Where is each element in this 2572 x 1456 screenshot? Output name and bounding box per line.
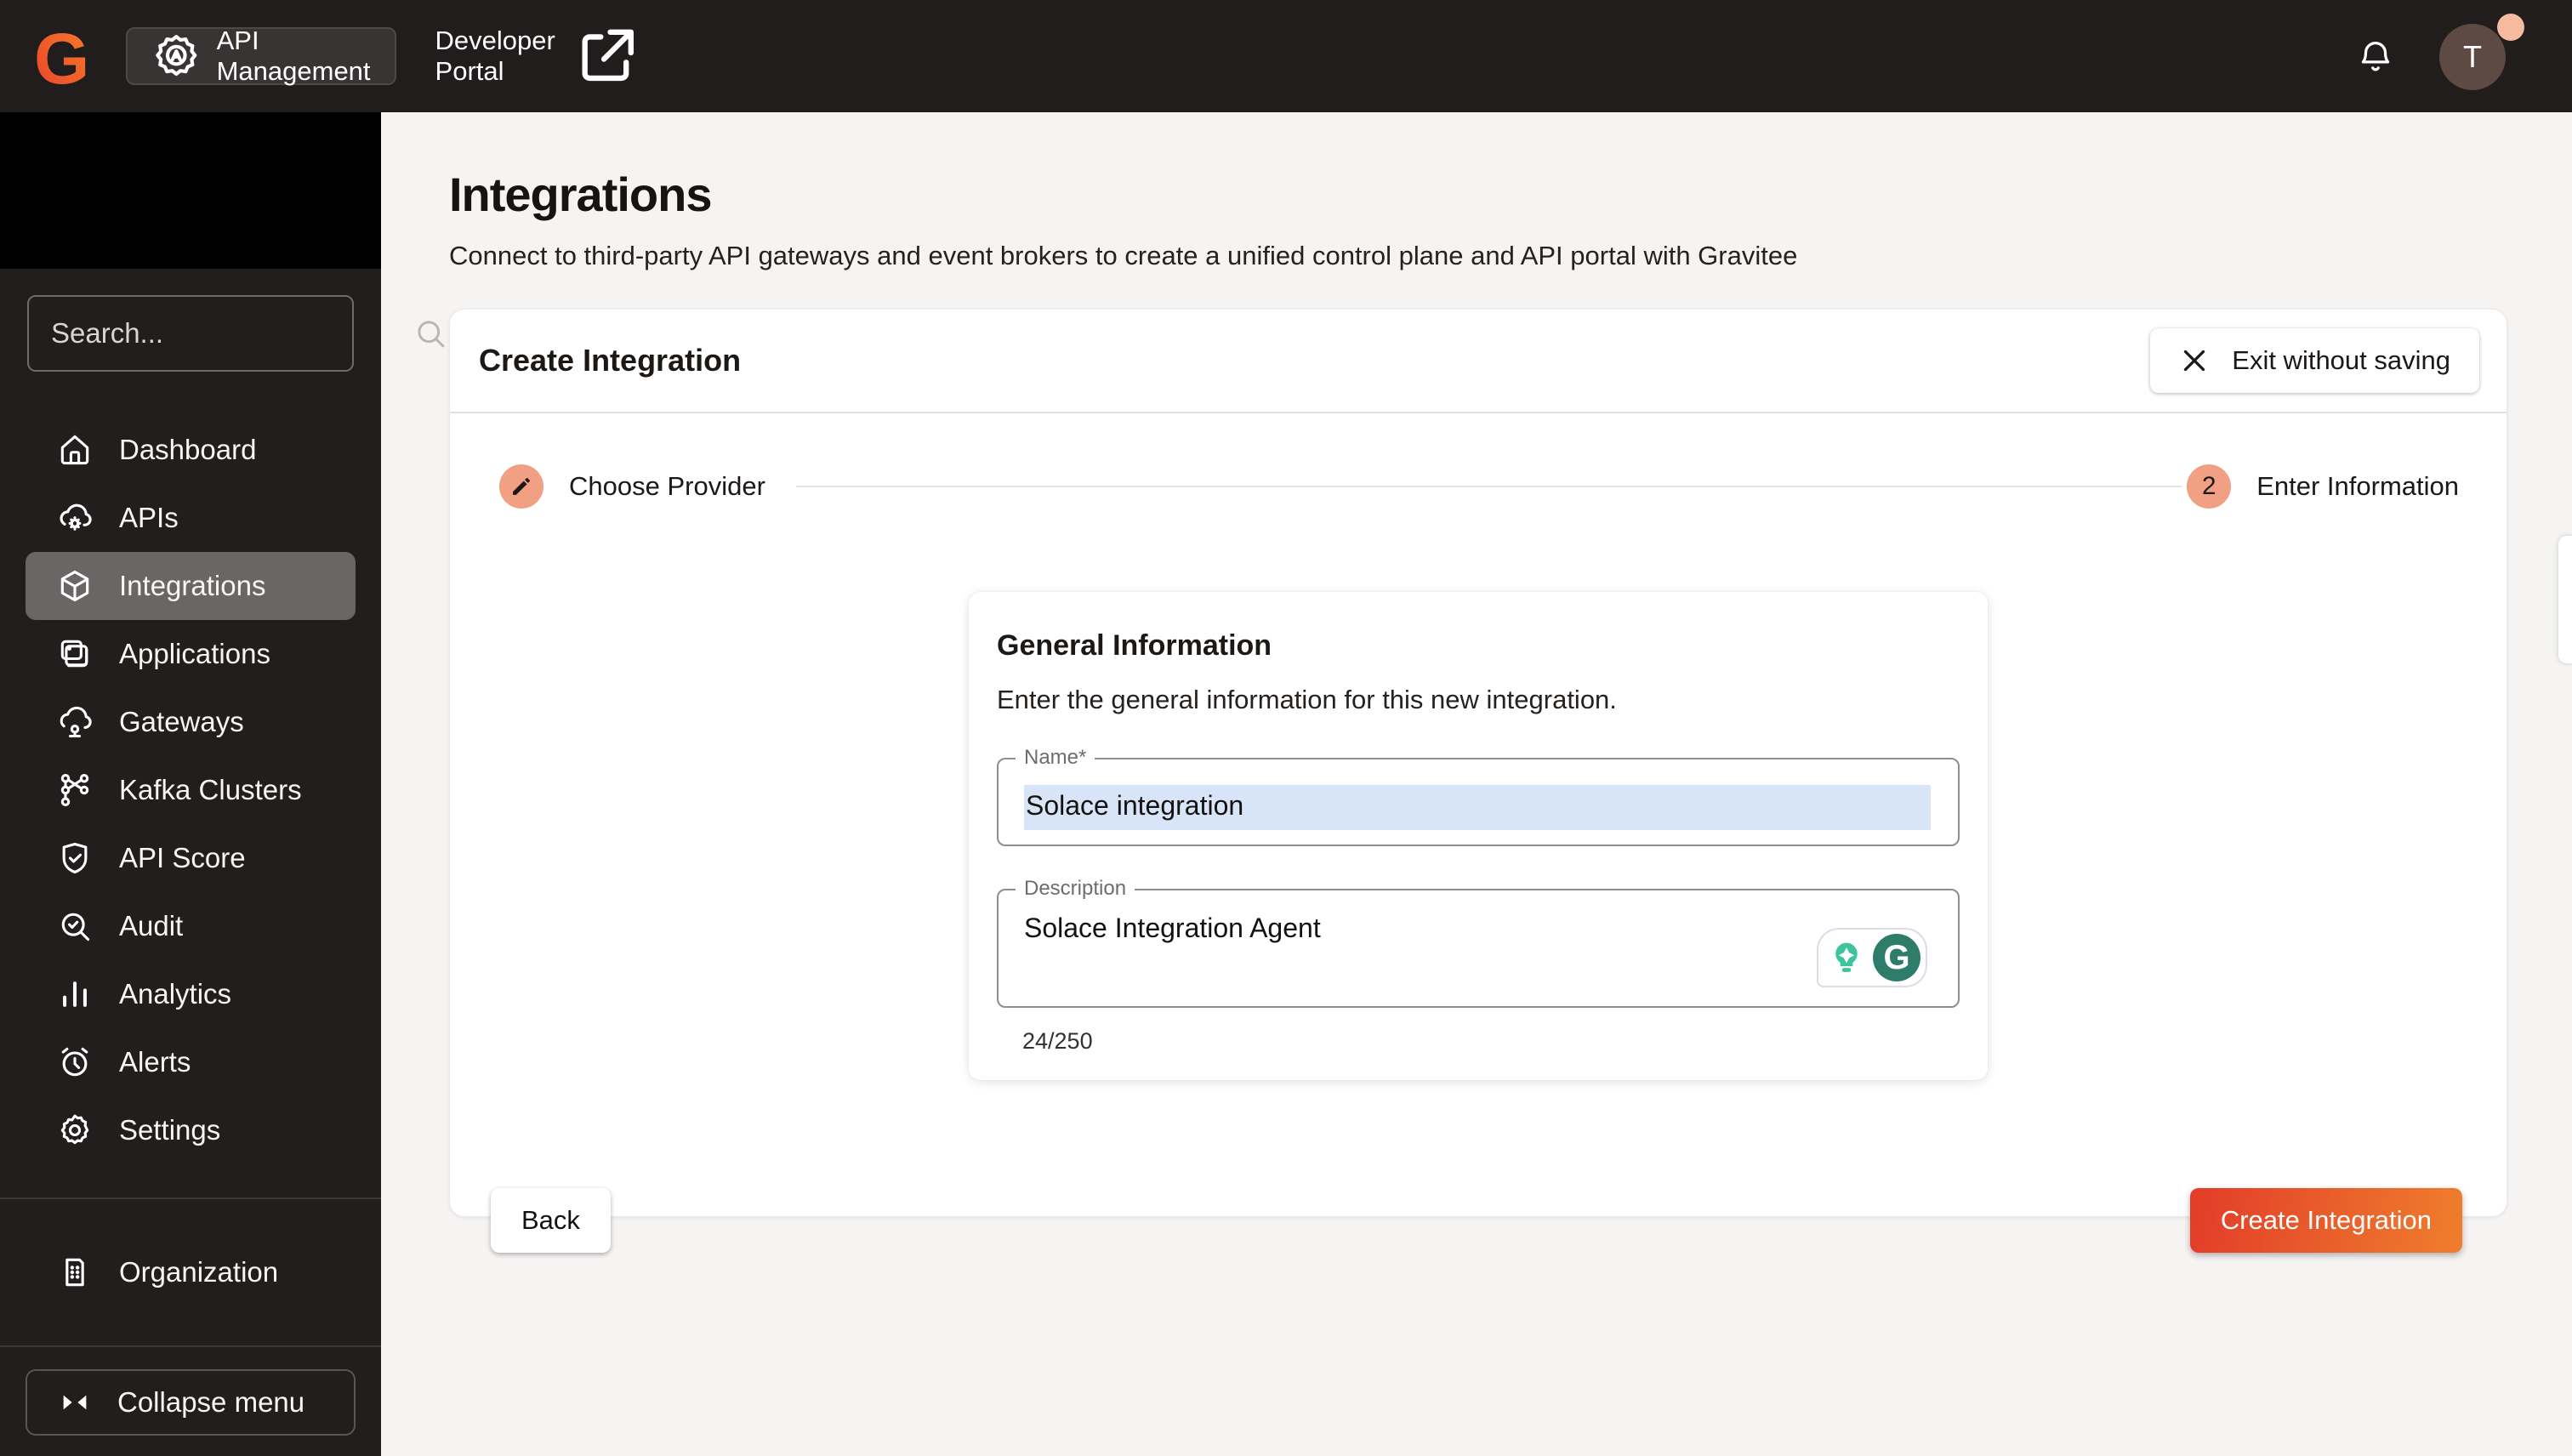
sidebar-item-organization[interactable]: Organization <box>26 1238 356 1306</box>
apps-icon <box>60 640 88 668</box>
name-field-label: Name* <box>1016 746 1095 770</box>
stepper-connector-line <box>795 486 2182 487</box>
wizard-stepper: Choose Provider 2 Enter Information <box>450 413 2507 509</box>
topbar: G API Management Developer Portal T <box>0 0 2572 112</box>
char-counter: 24/250 <box>1022 1028 1093 1054</box>
name-field[interactable]: Name* Solace integration <box>997 746 1960 846</box>
sidebar-item-label: APIs <box>119 502 179 533</box>
grammarly-widget[interactable]: G <box>1817 928 1927 987</box>
gear-badge-icon <box>156 34 197 76</box>
sidebar-item-label: Applications <box>119 638 270 669</box>
sidebar-item-label: Alerts <box>119 1046 191 1078</box>
sidebar-item-apis[interactable]: APIs <box>26 484 356 552</box>
collapse-menu-button[interactable]: Collapse menu <box>26 1369 356 1436</box>
main-content: Integrations Connect to third-party API … <box>381 112 2572 1456</box>
sidebar-item-label: Integrations <box>119 570 266 601</box>
app-switcher-label: API Management <box>216 26 371 86</box>
sidebar-item-label: API Score <box>119 842 246 873</box>
sidebar-item-applications[interactable]: Applications <box>26 620 356 688</box>
sidebar-item-label: Audit <box>119 910 184 941</box>
sidebar: Dashboard APIs Integrations Applicatio <box>0 112 445 1456</box>
exit-button-label: Exit without saving <box>2232 345 2450 375</box>
developer-portal-link[interactable]: Developer Portal <box>435 18 646 94</box>
organization-section: Organization <box>0 1197 381 1345</box>
step-2-label[interactable]: Enter Information <box>2256 471 2459 502</box>
sidebar-item-label: Organization <box>119 1256 279 1288</box>
avatar-status-badge <box>2497 14 2524 41</box>
sidebar-item-label: Kafka Clusters <box>119 774 302 805</box>
create-integration-card: Create Integration Exit without saving C… <box>449 309 2507 1253</box>
avatar[interactable]: T <box>2439 24 2506 90</box>
step-2-indicator[interactable]: 2 <box>2187 464 2232 509</box>
sidebar-search[interactable] <box>27 295 445 372</box>
org-card-icon <box>65 1258 84 1287</box>
form-heading: General Information <box>997 629 1272 662</box>
close-icon <box>2184 350 2205 372</box>
collapse-section: Collapse menu <box>0 1345 381 1456</box>
app-switcher-button[interactable]: API Management <box>126 26 396 86</box>
step-1-indicator[interactable] <box>499 464 543 509</box>
wizard-footer: Back Create Integration <box>450 1188 2507 1253</box>
sidebar-logo-placeholder <box>0 112 381 269</box>
gear-icon <box>60 1114 89 1145</box>
card-header: Create Integration Exit without saving <box>450 310 2507 412</box>
external-link-icon <box>582 29 634 82</box>
sidebar-item-label: Dashboard <box>119 434 257 465</box>
sidebar-item-gateways[interactable]: Gateways <box>26 688 356 756</box>
grammarly-g-icon[interactable]: G <box>1873 934 1920 981</box>
general-information-panel: General Information Enter the general in… <box>969 592 1988 1080</box>
sidebar-item-settings[interactable]: Settings <box>26 1096 356 1164</box>
shield-check-icon <box>62 842 88 874</box>
pencil-icon <box>513 478 530 495</box>
exit-without-saving-button[interactable]: Exit without saving <box>2150 328 2479 393</box>
collapse-arrows-icon <box>63 1395 87 1410</box>
lightbulb-suggestion-icon[interactable] <box>1824 935 1869 981</box>
network-nodes-icon <box>60 774 89 806</box>
collapse-menu-label: Collapse menu <box>117 1386 305 1418</box>
search-check-icon <box>61 913 90 941</box>
card-title: Create Integration <box>479 343 742 378</box>
sidebar-item-analytics[interactable]: Analytics <box>26 960 356 1028</box>
search-icon <box>418 321 445 348</box>
developer-portal-label: Developer Portal <box>435 26 555 86</box>
page-subtitle: Connect to third-party API gateways and … <box>449 241 1798 270</box>
cloud-gear-icon <box>60 503 92 531</box>
page-title: Integrations <box>449 168 712 221</box>
sidebar-item-label: Gateways <box>119 706 244 737</box>
alarm-clock-icon <box>61 1047 88 1077</box>
description-input-value[interactable]: Solace Integration Agent <box>1024 913 1932 944</box>
description-field[interactable]: Description Solace Integration Agent G <box>997 877 1960 1008</box>
gravitee-logo: G <box>34 20 89 92</box>
step-1-label[interactable]: Choose Provider <box>569 471 765 502</box>
back-button[interactable]: Back <box>491 1188 611 1253</box>
sidebar-item-integrations[interactable]: Integrations <box>26 552 356 620</box>
scrollbar-thumb[interactable] <box>2558 536 2572 663</box>
sidebar-item-dashboard[interactable]: Dashboard <box>26 416 356 484</box>
sidebar-item-label: Analytics <box>119 978 232 1010</box>
sidebar-item-alerts[interactable]: Alerts <box>26 1028 356 1096</box>
user-menu: T <box>2439 14 2524 99</box>
sidebar-item-api-score[interactable]: API Score <box>26 824 356 892</box>
cloud-node-icon <box>60 706 92 738</box>
sidebar-item-audit[interactable]: Audit <box>26 892 356 960</box>
home-icon <box>60 435 89 465</box>
form-description: Enter the general information for this n… <box>997 685 1617 714</box>
name-input-value[interactable]: Solace integration <box>1024 785 1931 830</box>
search-input[interactable] <box>51 317 413 350</box>
svg-text:G: G <box>34 20 89 92</box>
sidebar-nav: Dashboard APIs Integrations Applications… <box>26 416 356 1164</box>
cube-icon <box>60 570 89 602</box>
sidebar-item-kafka-clusters[interactable]: Kafka Clusters <box>26 756 356 824</box>
bell-icon[interactable] <box>2356 35 2395 77</box>
bar-chart-icon <box>63 981 87 1007</box>
create-integration-button[interactable]: Create Integration <box>2189 1188 2462 1253</box>
sidebar-item-label: Settings <box>119 1114 221 1146</box>
description-field-label: Description <box>1016 877 1135 901</box>
